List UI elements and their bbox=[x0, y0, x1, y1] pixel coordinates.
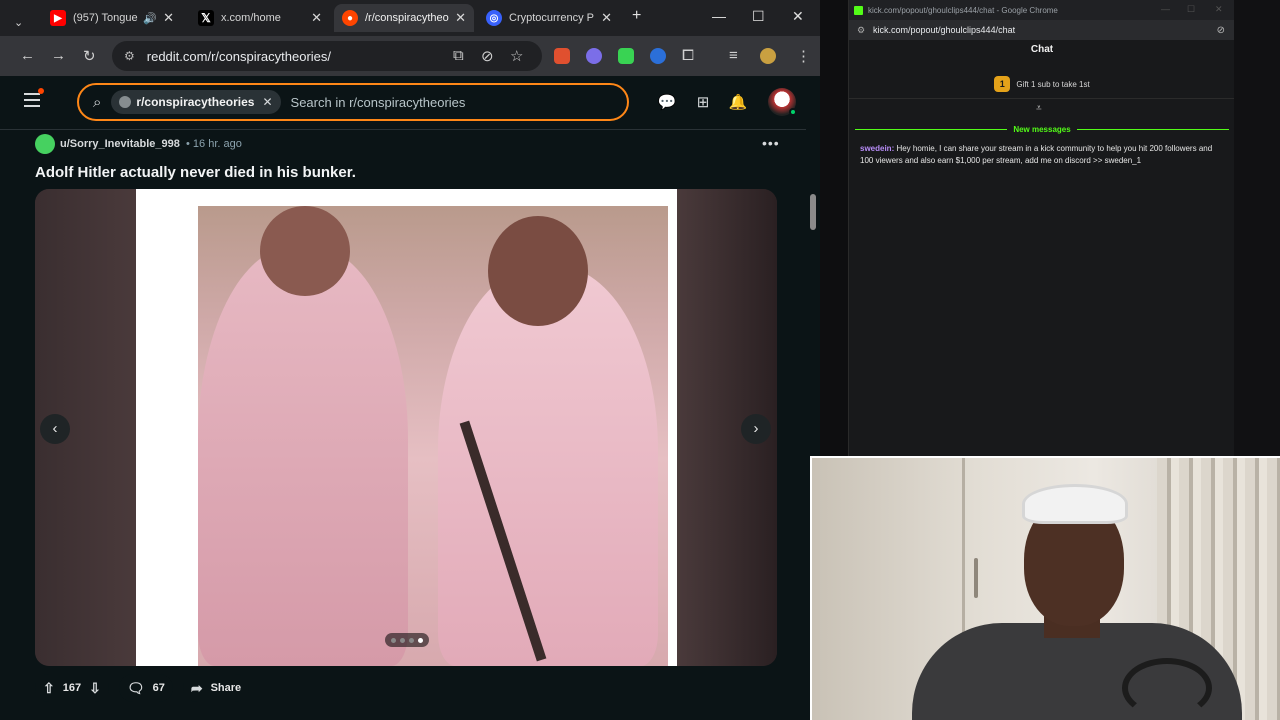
coinmarket-icon: ◎ bbox=[486, 10, 502, 26]
menu-icon[interactable] bbox=[24, 88, 44, 107]
reddit-header: ⌕ r/conspiracytheories ✕ Search in r/con… bbox=[0, 76, 806, 130]
tab-x[interactable]: 𝕏 x.com/home ✕ bbox=[190, 4, 330, 32]
close-tab-icon[interactable]: ✕ bbox=[601, 10, 612, 26]
post-card: u/Sorry_Inevitable_998 • 16 hr. ago ••• … bbox=[0, 131, 806, 720]
tab-bar: ⌄ ▶ (957) Tongue 🔊 ✕ 𝕏 x.com/home ✕ ● /r… bbox=[0, 0, 820, 36]
tab-youtube[interactable]: ▶ (957) Tongue 🔊 ✕ bbox=[42, 4, 182, 32]
chat-icon[interactable]: 💬 bbox=[657, 93, 677, 113]
post-title[interactable]: Adolf Hitler actually never died in his … bbox=[35, 164, 356, 181]
chat-message-text: Hey homie, I can share your stream in a … bbox=[860, 144, 1213, 165]
forward-icon[interactable]: → bbox=[51, 47, 66, 64]
chat-window-titlebar: kick.com/popout/ghoulclips444/chat - Goo… bbox=[849, 0, 1235, 20]
tab-crypto[interactable]: ◎ Cryptocurrency P ✕ bbox=[478, 4, 620, 32]
close-tab-icon[interactable]: ✕ bbox=[311, 10, 322, 26]
extension-green-icon[interactable] bbox=[618, 48, 634, 64]
clear-chip-icon[interactable]: ✕ bbox=[262, 95, 272, 109]
gallery-next-button[interactable]: › bbox=[741, 414, 771, 444]
extension-fox-icon[interactable] bbox=[554, 48, 570, 64]
kick-icon bbox=[854, 5, 863, 15]
subreddit-icon bbox=[119, 96, 132, 108]
extension-cloud-icon[interactable] bbox=[586, 48, 602, 64]
eye-off-icon[interactable]: ⊘ bbox=[1217, 25, 1225, 36]
minimize-icon[interactable]: — bbox=[712, 8, 726, 24]
extensions-puzzle-icon[interactable]: ⧠ bbox=[682, 47, 694, 64]
collapse-icon[interactable]: ⩡ bbox=[1036, 103, 1042, 114]
chat-header: Chat bbox=[1030, 44, 1054, 55]
tab-search-button[interactable]: ⌄ bbox=[14, 8, 34, 36]
chat-message: swedein: Hey homie, I can share your str… bbox=[860, 143, 1226, 167]
post-actions: ⇧ 167 ⇩ 🗨 67 ➦ Share bbox=[35, 674, 250, 702]
tab-reddit[interactable]: ● /r/conspiracytheo ✕ bbox=[334, 4, 474, 32]
tracking-off-icon[interactable]: ⊘ bbox=[481, 47, 494, 65]
comment-icon: 🗨 bbox=[126, 679, 145, 696]
post-author[interactable]: u/Sorry_Inevitable_998 bbox=[60, 138, 180, 150]
chat-window: kick.com/popout/ghoulclips444/chat - Goo… bbox=[848, 0, 1235, 456]
profile-icon[interactable] bbox=[760, 48, 776, 64]
reddit-icon: ● bbox=[342, 10, 358, 26]
browser-menu-icon[interactable]: ⋮ bbox=[796, 47, 811, 65]
chat-username[interactable]: swedein: bbox=[860, 144, 894, 153]
post-time: • 16 hr. ago bbox=[186, 138, 242, 150]
site-info-icon[interactable]: ⚙ bbox=[124, 49, 135, 63]
upvote-icon[interactable]: ⇧ bbox=[43, 680, 55, 697]
scroll-thumb[interactable] bbox=[810, 194, 816, 230]
search-input[interactable]: ⌕ r/conspiracytheories ✕ Search in r/con… bbox=[77, 83, 629, 121]
new-messages-divider: New messages bbox=[855, 124, 1229, 134]
reload-icon[interactable]: ↻ bbox=[83, 47, 96, 65]
browser-window: ⌄ ▶ (957) Tongue 🔊 ✕ 𝕏 x.com/home ✕ ● /r… bbox=[0, 0, 820, 720]
notifications-icon[interactable]: 🔔 bbox=[728, 93, 748, 113]
close-window-icon[interactable]: ✕ bbox=[792, 8, 804, 25]
user-avatar[interactable] bbox=[35, 134, 55, 154]
site-info-icon[interactable]: ⚙ bbox=[857, 25, 865, 36]
share-icon: ➦ bbox=[190, 679, 203, 696]
webcam-overlay bbox=[810, 456, 1280, 720]
chat-url-bar[interactable]: ⚙ kick.com/popout/ghoulclips444/chat ⊘ bbox=[849, 20, 1235, 40]
gallery-prev-button[interactable]: ‹ bbox=[40, 414, 70, 444]
search-icon: ⌕ bbox=[93, 93, 102, 111]
new-tab-icon[interactable]: + bbox=[632, 7, 641, 25]
downvote-icon[interactable]: ⇩ bbox=[89, 680, 101, 697]
install-app-icon[interactable]: ⧉ bbox=[453, 47, 464, 64]
post-image[interactable] bbox=[136, 189, 677, 666]
media-control-icon[interactable]: ≡ bbox=[729, 47, 738, 64]
address-bar-row: ← → ↻ ⚙ reddit.com/r/conspiracytheories/… bbox=[0, 36, 820, 76]
close-tab-icon[interactable]: ✕ bbox=[163, 10, 174, 26]
gift-badge: 1 bbox=[994, 76, 1011, 92]
bookmark-star-icon[interactable]: ☆ bbox=[510, 47, 523, 65]
speaker-icon[interactable]: 🔊 bbox=[143, 12, 157, 25]
create-post-icon[interactable]: ⊞ bbox=[693, 93, 713, 113]
youtube-icon: ▶ bbox=[50, 10, 66, 26]
vote-group: ⇧ 167 ⇩ bbox=[35, 674, 109, 702]
close-window-icon[interactable]: ✕ bbox=[1215, 4, 1223, 15]
more-options-icon[interactable]: ••• bbox=[762, 135, 780, 151]
extension-shield-icon[interactable] bbox=[650, 48, 666, 64]
back-icon[interactable]: ← bbox=[20, 47, 35, 64]
image-gallery[interactable]: ‹ › bbox=[35, 189, 777, 666]
vote-count: 167 bbox=[62, 682, 82, 694]
close-tab-icon[interactable]: ✕ bbox=[455, 10, 466, 26]
maximize-icon[interactable]: ☐ bbox=[752, 8, 765, 25]
gallery-indicator bbox=[385, 633, 429, 647]
minimize-icon[interactable]: — bbox=[1161, 4, 1170, 14]
comments-button[interactable]: 🗨 67 bbox=[118, 674, 173, 702]
avatar[interactable] bbox=[768, 88, 797, 116]
url-field[interactable]: ⚙ reddit.com/r/conspiracytheories/ bbox=[112, 41, 542, 71]
gift-sub-banner[interactable]: 1 Gift 1 sub to take 1st bbox=[849, 76, 1235, 92]
share-button[interactable]: ➦ Share bbox=[182, 674, 250, 702]
x-icon: 𝕏 bbox=[198, 10, 214, 26]
subreddit-chip[interactable]: r/conspiracytheories ✕ bbox=[111, 90, 281, 114]
maximize-icon[interactable]: ☐ bbox=[1187, 4, 1195, 15]
